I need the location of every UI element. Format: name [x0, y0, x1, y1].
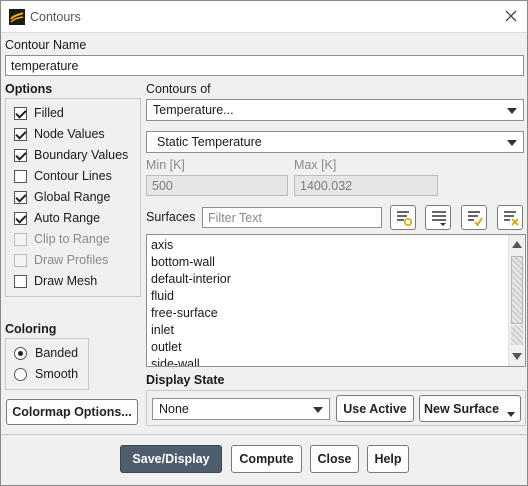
help-button[interactable]: Help: [367, 445, 409, 473]
contour-lines-checkbox[interactable]: [14, 169, 27, 183]
chevron-down-icon: [507, 140, 517, 146]
option-filled[interactable]: Filled: [14, 104, 64, 122]
chevron-down-icon: [507, 108, 517, 114]
option-label: Global Range: [34, 190, 111, 204]
surfaces-filter-input[interactable]: Filter Text: [202, 207, 382, 228]
option-label: Node Values: [34, 127, 105, 141]
title-bar: Contours: [1, 1, 527, 33]
list-item[interactable]: outlet: [151, 340, 182, 354]
option-auto-range[interactable]: Auto Range: [14, 209, 100, 227]
max-value-field: 1400.032: [294, 175, 438, 196]
scroll-down-icon[interactable]: [512, 353, 522, 360]
auto-range-checkbox[interactable]: [14, 211, 27, 225]
scroll-up-icon[interactable]: [512, 241, 522, 248]
variable-value: Static Temperature: [157, 135, 262, 149]
select-all-icon: [432, 211, 446, 226]
contours-of-label: Contours of: [146, 82, 211, 96]
min-value-field: 500: [146, 175, 288, 196]
boundary-values-checkbox[interactable]: [14, 148, 27, 162]
draw-profiles-checkbox: [14, 253, 27, 267]
coloring-banded[interactable]: Banded: [14, 344, 78, 362]
new-surface-button[interactable]: New Surface: [419, 395, 521, 422]
close-icon[interactable]: [503, 8, 519, 24]
min-label: Min [K]: [146, 158, 185, 172]
contours-of-variable-select[interactable]: Static Temperature: [146, 131, 524, 153]
footer-divider: [1, 434, 527, 435]
list-item[interactable]: side-wall: [151, 357, 200, 366]
new-surface-label: New Surface: [424, 401, 500, 416]
options-group: Filled Node Values Boundary Values Conto…: [5, 98, 141, 297]
option-clip-to-range: Clip to Range: [14, 230, 110, 248]
node-values-checkbox[interactable]: [14, 127, 27, 141]
option-contour-lines[interactable]: Contour Lines: [14, 167, 112, 185]
option-label: Draw Mesh: [34, 274, 98, 288]
select-all-button[interactable]: [425, 205, 451, 230]
global-range-checkbox[interactable]: [14, 190, 27, 204]
option-label: Draw Profiles: [34, 253, 109, 267]
option-label: Auto Range: [34, 211, 101, 225]
window-title: Contours: [30, 10, 81, 24]
category-value: Temperature...: [153, 103, 234, 117]
filter-check-icon: [468, 211, 483, 227]
new-surface-list-icon: [397, 211, 413, 227]
chevron-down-icon: [313, 407, 323, 413]
deselect-all-button[interactable]: [497, 205, 523, 230]
draw-mesh-checkbox[interactable]: [14, 274, 27, 288]
chevron-down-icon: [507, 412, 515, 417]
banded-radio[interactable]: [14, 346, 27, 360]
display-state-value: None: [159, 402, 189, 416]
list-item[interactable]: default-interior: [151, 272, 231, 286]
option-draw-mesh[interactable]: Draw Mesh: [14, 272, 97, 290]
display-state-group: None Use Active New Surface: [146, 390, 526, 426]
option-global-range[interactable]: Global Range: [14, 188, 110, 206]
list-item[interactable]: inlet: [151, 323, 174, 337]
deselect-all-icon: [504, 211, 519, 226]
option-boundary-values[interactable]: Boundary Values: [14, 146, 128, 164]
list-item[interactable]: bottom-wall: [151, 255, 215, 269]
contour-name-label: Contour Name: [5, 38, 87, 52]
filter-check-button[interactable]: [461, 205, 487, 230]
contours-of-category-select[interactable]: Temperature...: [146, 99, 524, 121]
option-label: Clip to Range: [34, 232, 110, 246]
option-label: Contour Lines: [34, 169, 112, 183]
coloring-label: Banded: [35, 346, 79, 360]
scroll-track: [511, 325, 523, 345]
list-item[interactable]: fluid: [151, 289, 174, 303]
option-label: Filled: [34, 106, 64, 120]
smooth-radio[interactable]: [14, 367, 27, 381]
compute-button[interactable]: Compute: [231, 445, 302, 473]
save-display-button[interactable]: Save/Display: [120, 445, 222, 473]
options-heading: Options: [5, 82, 53, 96]
app-logo-icon: [9, 9, 25, 25]
coloring-label: Smooth: [35, 367, 79, 381]
surfaces-label: Surfaces: [146, 210, 196, 224]
colormap-options-button[interactable]: Colormap Options...: [6, 399, 138, 425]
close-button[interactable]: Close: [310, 445, 359, 473]
display-state-heading: Display State: [146, 373, 225, 387]
scroll-thumb[interactable]: [511, 256, 523, 324]
new-surface-list-button[interactable]: [390, 205, 416, 230]
use-active-button[interactable]: Use Active: [336, 395, 414, 422]
filled-checkbox[interactable]: [14, 106, 27, 120]
list-item[interactable]: axis: [151, 238, 173, 252]
coloring-heading: Coloring: [5, 322, 57, 336]
max-label: Max [K]: [294, 158, 337, 172]
coloring-smooth[interactable]: Smooth: [14, 365, 78, 383]
list-item[interactable]: free-surface: [151, 306, 218, 320]
option-label: Boundary Values: [34, 148, 129, 162]
display-state-select[interactable]: None: [152, 398, 330, 420]
surfaces-scrollbar[interactable]: [508, 235, 525, 366]
contour-name-input[interactable]: temperature: [5, 55, 524, 76]
clip-to-range-checkbox: [14, 232, 27, 246]
contours-dialog: Contours Contour Name temperature Option…: [0, 0, 528, 486]
option-node-values[interactable]: Node Values: [14, 125, 105, 143]
option-draw-profiles: Draw Profiles: [14, 251, 108, 269]
coloring-group: Banded Smooth: [5, 338, 89, 390]
surfaces-list[interactable]: axis bottom-wall default-interior fluid …: [146, 234, 526, 367]
